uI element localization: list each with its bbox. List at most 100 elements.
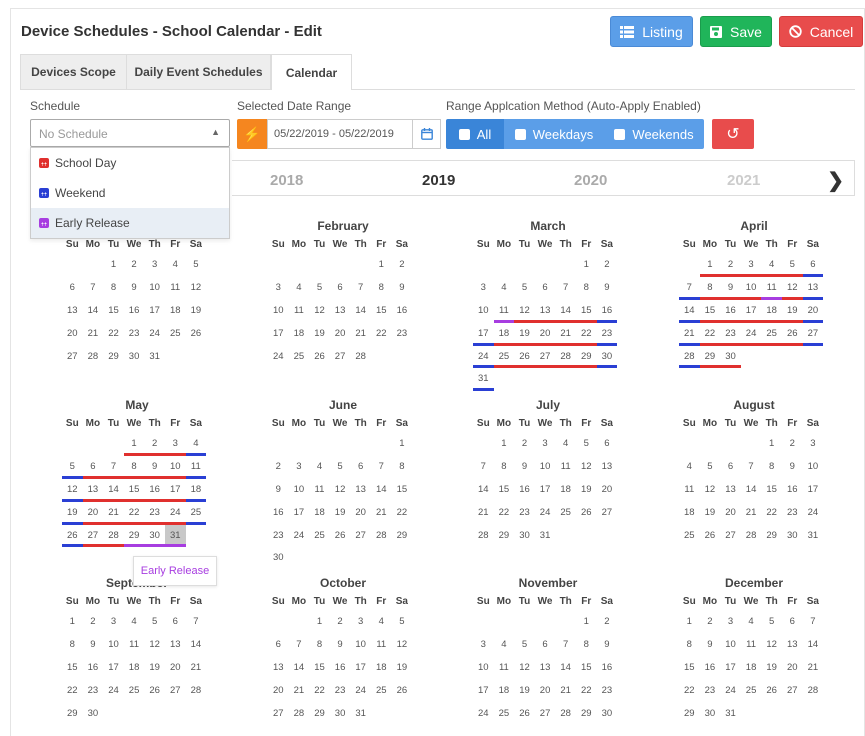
date-range-input[interactable]: 05/22/2019 - 05/22/2019 [267, 119, 413, 149]
calendar-day[interactable]: 26 [309, 346, 330, 369]
calendar-day[interactable]: 27 [535, 703, 556, 726]
calendar-day[interactable]: 20 [782, 657, 803, 680]
calendar-day[interactable]: 13 [720, 479, 741, 502]
calendar-day[interactable]: 13 [165, 634, 186, 657]
calendar-day[interactable]: 8 [576, 277, 597, 300]
calendar-day[interactable]: 11 [371, 634, 392, 657]
calendar-day[interactable]: 17 [803, 479, 824, 502]
calendar-day[interactable]: 18 [165, 300, 186, 323]
calendar-day[interactable]: 28 [741, 525, 762, 548]
calendar-day[interactable]: 4 [494, 277, 515, 300]
calendar-day[interactable]: 16 [700, 657, 721, 680]
calendar-day[interactable]: 7 [186, 611, 207, 634]
calendar-day[interactable]: 15 [494, 479, 515, 502]
calendar-day[interactable]: 13 [82, 479, 104, 502]
calendar-day[interactable]: 19 [144, 657, 165, 680]
calendar-day[interactable]: 21 [186, 657, 207, 680]
calendar-day[interactable]: 9 [330, 634, 351, 657]
calendar-day[interactable]: 24 [473, 346, 494, 369]
calendar-day[interactable]: 19 [392, 657, 413, 680]
calendar-day[interactable]: 9 [124, 277, 145, 300]
calendar-day[interactable]: 29 [123, 525, 145, 548]
calendar-day[interactable]: 2 [597, 254, 618, 277]
calendar-day[interactable]: 26 [700, 525, 721, 548]
calendar-day[interactable]: 5 [144, 611, 165, 634]
calendar-day[interactable]: 23 [700, 680, 721, 703]
calendar-day[interactable]: 21 [83, 323, 104, 346]
calendar-day[interactable]: 9 [83, 634, 104, 657]
calendar-day[interactable]: 14 [803, 634, 824, 657]
calendar-day[interactable]: 1 [576, 611, 597, 634]
calendar-day[interactable]: 22 [679, 680, 700, 703]
calendar-day[interactable]: 21 [679, 323, 700, 346]
calendar-day[interactable]: 30 [700, 703, 721, 726]
calendar-day[interactable]: 16 [330, 657, 351, 680]
range-weekdays-button[interactable]: Weekdays [504, 119, 604, 149]
save-button[interactable]: Save [700, 16, 772, 47]
calendar-day[interactable]: 25 [165, 323, 186, 346]
calendar-day[interactable]: 11 [761, 277, 782, 300]
calendar-day[interactable]: 4 [124, 611, 145, 634]
calendar-day[interactable]: 9 [144, 456, 165, 479]
calendar-day[interactable]: 9 [514, 456, 535, 479]
calendar-day[interactable]: 14 [371, 479, 392, 502]
calendar-day[interactable]: 2 [700, 611, 721, 634]
calendar-day[interactable]: 31 [144, 346, 165, 369]
calendar-day[interactable]: 12 [186, 277, 207, 300]
calendar-day[interactable]: 31 [720, 703, 741, 726]
schedule-option-school-day[interactable]: School Day [31, 148, 229, 178]
calendar-day[interactable]: 7 [371, 456, 392, 479]
calendar-day[interactable]: 30 [83, 703, 104, 726]
calendar-day[interactable]: 11 [309, 479, 330, 502]
calendar-day[interactable]: 17 [289, 502, 310, 525]
calendar-day[interactable]: 5 [576, 433, 597, 456]
calendar-day[interactable]: 5 [781, 254, 803, 277]
calendar-day[interactable]: 22 [103, 323, 124, 346]
calendar-day[interactable]: 2 [83, 611, 104, 634]
calendar-day[interactable]: 2 [720, 254, 741, 277]
calendar-day[interactable]: 19 [330, 502, 351, 525]
calendar-day[interactable]: 22 [575, 323, 597, 346]
calendar-day[interactable]: 29 [494, 525, 515, 548]
calendar-day[interactable]: 11 [493, 300, 515, 323]
tab-devices-scope[interactable]: Devices Scope [20, 54, 127, 89]
calendar-day[interactable]: 1 [576, 254, 597, 277]
calendar-day[interactable]: 18 [309, 502, 330, 525]
calendar-day[interactable]: 15 [371, 300, 392, 323]
calendar-day[interactable]: 23 [83, 680, 104, 703]
calendar-day[interactable]: 17 [268, 323, 289, 346]
calendar-day[interactable]: 8 [576, 634, 597, 657]
calendar-day[interactable]: 10 [740, 277, 762, 300]
calendar-day[interactable]: 21 [103, 502, 124, 525]
calendar-day[interactable]: 10 [268, 300, 289, 323]
calendar-day[interactable]: 7 [83, 277, 104, 300]
calendar-day[interactable]: 18 [185, 479, 207, 502]
calendar-day[interactable]: 6 [535, 277, 556, 300]
calendar-day[interactable]: 8 [679, 634, 700, 657]
calendar-day[interactable]: 19 [309, 323, 330, 346]
calendar-day[interactable]: 22 [699, 323, 721, 346]
calendar-day[interactable]: 20 [330, 323, 351, 346]
calendar-day[interactable]: 9 [392, 277, 413, 300]
calendar-day[interactable]: 22 [576, 680, 597, 703]
calendar-day[interactable]: 13 [330, 300, 351, 323]
calendar-day[interactable]: 20 [720, 502, 741, 525]
calendar-day[interactable]: 10 [164, 456, 186, 479]
calendar-day[interactable]: 7 [473, 456, 494, 479]
calendar-day[interactable]: 19 [514, 680, 535, 703]
calendar-day[interactable]: 29 [679, 703, 700, 726]
calendar-day[interactable]: 23 [720, 323, 741, 346]
calendar-day[interactable]: 28 [473, 525, 494, 548]
calendar-day[interactable]: 3 [803, 433, 824, 456]
calendar-day[interactable]: 26 [330, 525, 351, 548]
calendar-day[interactable]: 25 [555, 502, 576, 525]
calendar-day[interactable]: 24 [535, 502, 556, 525]
calendar-day[interactable]: 26 [576, 502, 597, 525]
calendar-day[interactable]: 4 [494, 634, 515, 657]
calendar-day[interactable]: 22 [309, 680, 330, 703]
calendar-day[interactable]: 23 [268, 525, 289, 548]
calendar-day[interactable]: 7 [103, 456, 124, 479]
calendar-day[interactable]: 11 [185, 456, 207, 479]
calendar-day[interactable]: 14 [679, 300, 700, 323]
calendar-day[interactable]: 12 [576, 456, 597, 479]
